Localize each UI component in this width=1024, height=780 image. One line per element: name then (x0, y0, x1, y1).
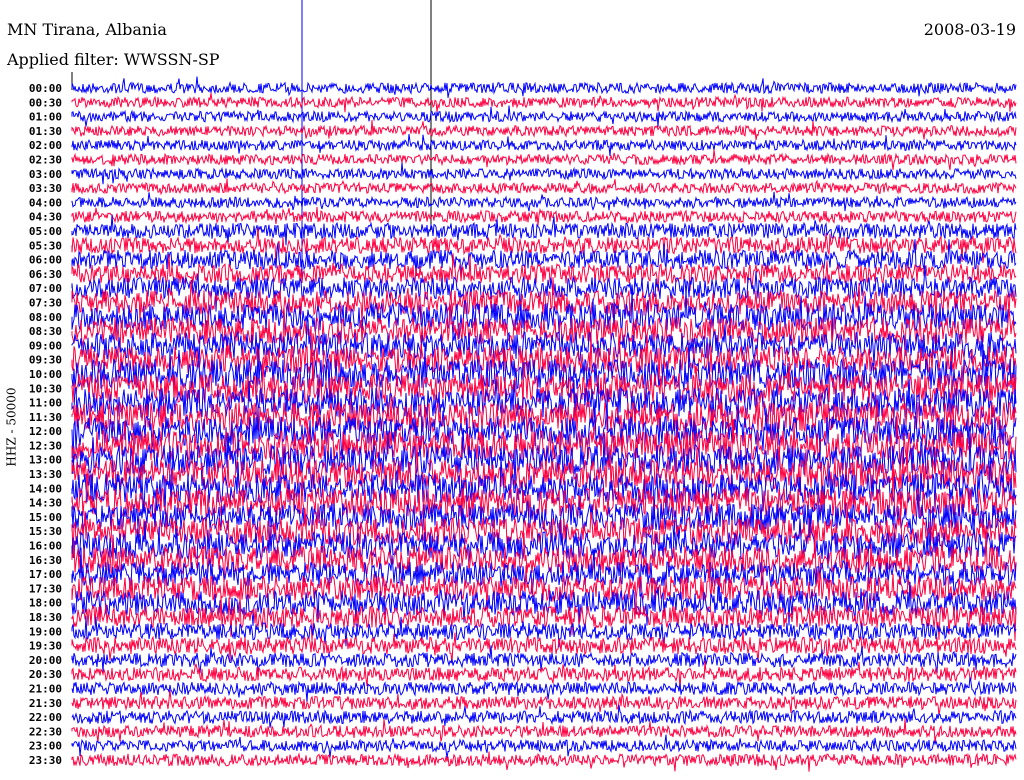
time-tick-label: 15:30 (29, 525, 62, 538)
time-tick-label: 23:30 (29, 754, 62, 767)
time-tick-label: 07:00 (29, 282, 62, 295)
time-tick-label: 00:00 (29, 82, 62, 95)
time-tick-label: 14:00 (29, 482, 62, 495)
time-tick-label: 22:00 (29, 711, 62, 724)
trace-1930 (71, 631, 1017, 664)
time-tick-label: 11:00 (29, 397, 62, 410)
time-tick-label: 07:30 (29, 296, 62, 309)
trace-0430 (71, 206, 1017, 226)
time-tick-label: 01:30 (29, 125, 62, 138)
trace-0100 (71, 105, 1017, 127)
time-tick-label: 00:30 (29, 96, 62, 109)
time-tick-label: 10:00 (29, 368, 62, 381)
time-tick-label: 15:00 (29, 511, 62, 524)
time-tick-label: 06:00 (29, 254, 62, 267)
time-tick-label: 11:30 (29, 411, 62, 424)
trace-2300 (71, 734, 1017, 759)
time-tick-label: 20:30 (29, 668, 62, 681)
time-tick-label: 08:00 (29, 311, 62, 324)
time-tick-label: 18:00 (29, 597, 62, 610)
trace-0130 (71, 119, 1017, 141)
time-tick-label: 03:00 (29, 168, 62, 181)
time-tick-label: 19:00 (29, 625, 62, 638)
time-tick-label: 21:30 (29, 697, 62, 710)
time-tick-label: 18:30 (29, 611, 62, 624)
time-tick-label: 09:00 (29, 339, 62, 352)
time-tick-label: 04:00 (29, 196, 62, 209)
time-tick-label: 16:00 (29, 540, 62, 553)
time-tick-label: 02:30 (29, 153, 62, 166)
time-tick-label: 02:00 (29, 139, 62, 152)
time-tick-label: 13:00 (29, 454, 62, 467)
time-tick-label: 05:30 (29, 239, 62, 252)
time-tick-label: 23:00 (29, 740, 62, 753)
trace-2030 (71, 660, 1017, 690)
trace-0200 (71, 134, 1017, 156)
trace-2330 (71, 751, 1017, 772)
time-tick-label: 08:30 (29, 325, 62, 338)
time-tick-label: 13:30 (29, 468, 62, 481)
time-tick-label: 22:30 (29, 725, 62, 738)
helicorder-plot: 00:0000:30 01:0001:3002:0002:30 03:0003:30… (29, 0, 1017, 772)
time-tick-label: 12:00 (29, 425, 62, 438)
time-tick-label: 05:00 (29, 225, 62, 238)
time-tick-label: 20:00 (29, 654, 62, 667)
trace-0400 (71, 191, 1017, 212)
time-tick-label: 01:00 (29, 111, 62, 124)
trace-0030 (71, 92, 1017, 113)
time-tick-label: 14:30 (29, 497, 62, 510)
time-tick-label: 10:30 (29, 382, 62, 395)
trace-0230 (71, 149, 1017, 171)
time-tick-label: 19:30 (29, 640, 62, 653)
time-tick-label: 03:30 (29, 182, 62, 195)
trace-0330 (71, 178, 1017, 196)
time-tick-label: 16:30 (29, 554, 62, 567)
time-tick-label: 17:30 (29, 582, 62, 595)
time-tick-label: 12:30 (29, 439, 62, 452)
time-tick-label: 09:30 (29, 354, 62, 367)
trace-0000 (71, 76, 1017, 98)
time-tick-label: 06:30 (29, 268, 62, 281)
time-tick-label: 04:30 (29, 211, 62, 224)
time-tick-label: 17:00 (29, 568, 62, 581)
trace-2200 (71, 704, 1017, 728)
time-tick-label: 21:00 (29, 683, 62, 696)
trace-0300 (71, 162, 1017, 185)
